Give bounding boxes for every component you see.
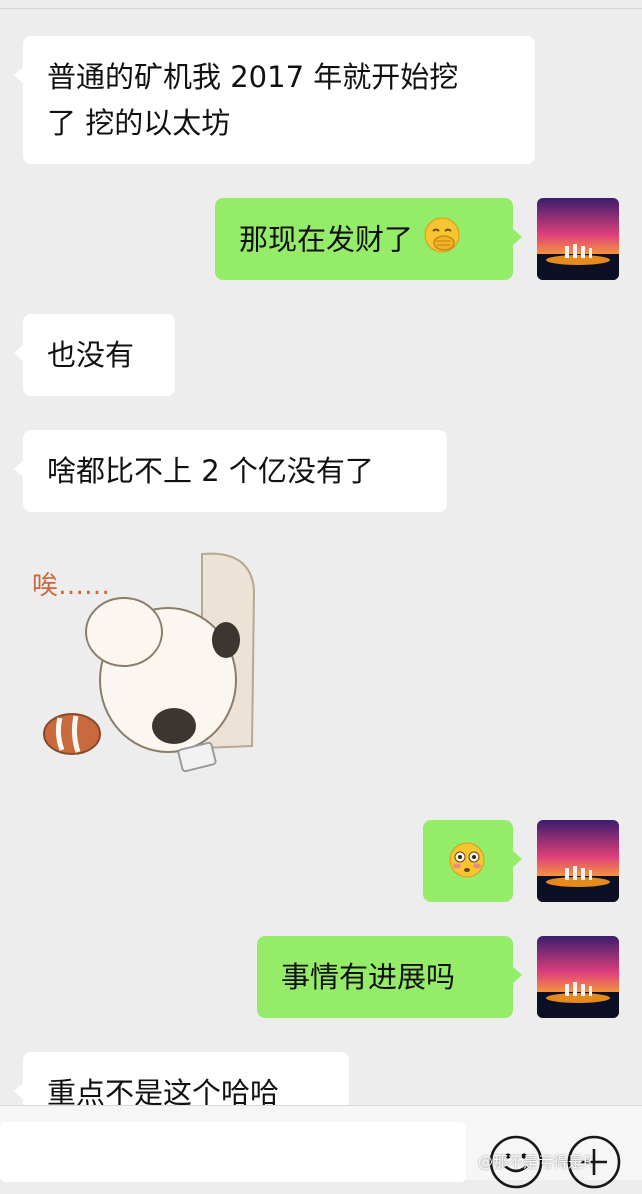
message-text: 那现在发财了 <box>239 222 414 257</box>
incoming-message-bubble[interactable]: 也没有 <box>14 314 175 396</box>
message-text-line: 了 挖的以太坊 <box>47 106 231 140</box>
outgoing-message-bubble[interactable]: 那现在发财了 <box>215 198 522 280</box>
header-divider <box>0 8 642 9</box>
flushed-face-emoji <box>447 840 487 893</box>
hand-over-mouth-emoji <box>422 215 462 268</box>
message-input[interactable] <box>0 1122 466 1182</box>
sighing-panda-sticker[interactable]: 唉…… <box>26 550 266 790</box>
message-text: 事情有进展吗 <box>281 960 456 994</box>
message-text: 也没有 <box>47 338 135 372</box>
sticker-caption: 唉…… <box>32 571 110 601</box>
message-text: 啥都比不上 2 个亿没有了 <box>47 454 374 488</box>
message-text-line: 普通的矿机我 2017 年就开始挖 <box>47 60 459 94</box>
watermark: @那不是亏得是R <box>478 1153 594 1171</box>
user-avatar[interactable] <box>537 198 619 280</box>
incoming-message-bubble[interactable]: 啥都比不上 2 个亿没有了 <box>14 430 447 512</box>
user-avatar[interactable] <box>537 936 619 1018</box>
outgoing-message-bubble[interactable] <box>423 820 522 902</box>
user-avatar[interactable] <box>537 820 619 902</box>
incoming-message-bubble[interactable]: 普通的矿机我 2017 年就开始挖 了 挖的以太坊 <box>14 36 535 164</box>
outgoing-message-bubble[interactable]: 事情有进展吗 <box>257 936 522 1018</box>
